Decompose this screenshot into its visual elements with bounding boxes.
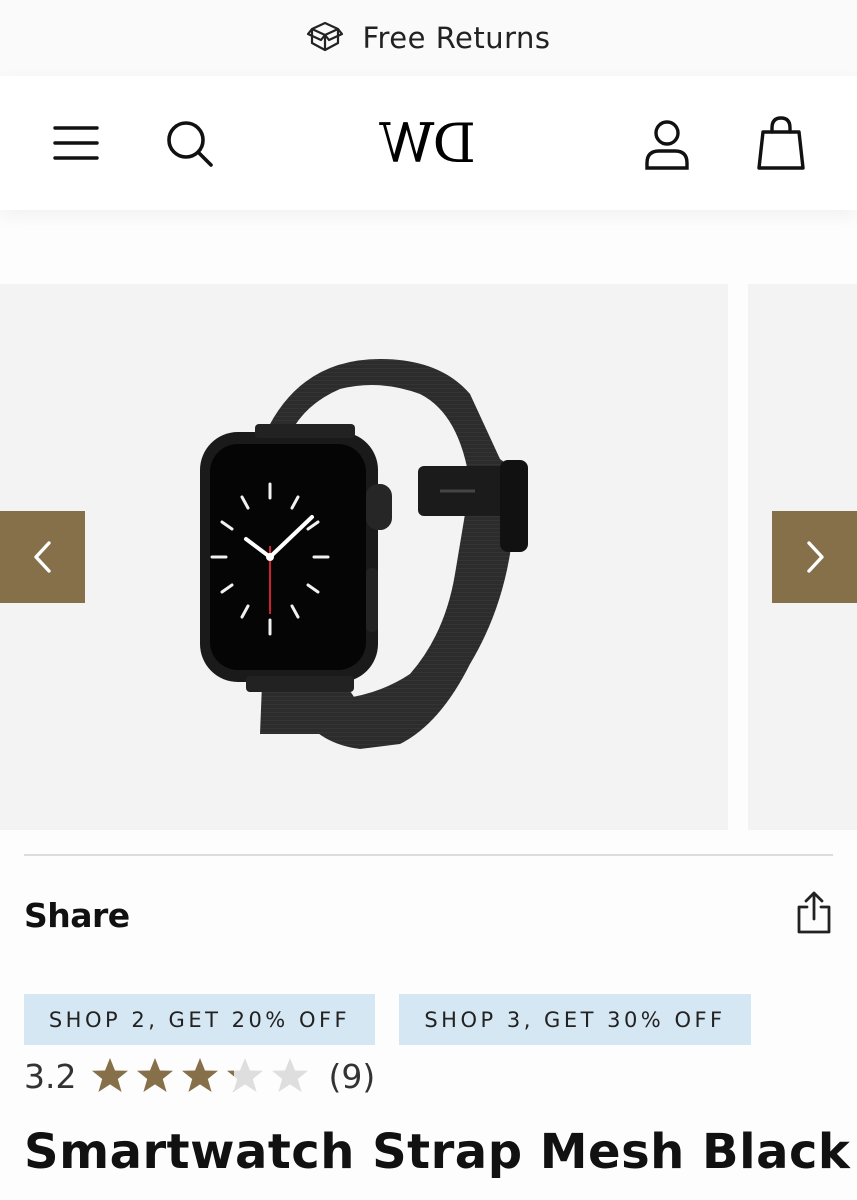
share-icon[interactable] bbox=[795, 891, 833, 939]
bag-icon[interactable] bbox=[750, 112, 812, 174]
star-icon bbox=[272, 1058, 309, 1092]
section-divider bbox=[24, 854, 833, 856]
promo-badge-shop-3[interactable]: SHOP 3, GET 30% OFF bbox=[399, 994, 751, 1045]
brand-logo[interactable]: DW bbox=[368, 111, 488, 175]
product-image bbox=[200, 359, 528, 749]
site-header: DW bbox=[0, 76, 857, 210]
star-rating bbox=[90, 1056, 310, 1096]
promo-badge-shop-2[interactable]: SHOP 2, GET 20% OFF bbox=[24, 994, 375, 1045]
gallery-next-button[interactable] bbox=[772, 511, 857, 603]
star-icon bbox=[92, 1058, 129, 1092]
rating-value: 3.2 bbox=[24, 1056, 77, 1096]
review-count[interactable]: (9) bbox=[328, 1057, 375, 1096]
announcement-bar: Free Returns bbox=[0, 0, 857, 76]
account-icon[interactable] bbox=[638, 116, 696, 174]
announcement-text: Free Returns bbox=[362, 21, 551, 55]
star-icon bbox=[227, 1058, 264, 1092]
chevron-right-icon bbox=[806, 541, 824, 573]
gallery-prev-button[interactable] bbox=[0, 511, 85, 603]
star-icon bbox=[182, 1058, 219, 1092]
product-image-slide[interactable] bbox=[0, 284, 728, 830]
box-icon bbox=[306, 17, 344, 59]
logo-text: DW bbox=[380, 111, 476, 175]
chevron-left-icon bbox=[33, 541, 51, 573]
promo-label: SHOP 3, GET 30% OFF bbox=[424, 1007, 726, 1032]
menu-icon[interactable] bbox=[48, 118, 104, 168]
share-row[interactable]: Share bbox=[24, 880, 833, 950]
share-label: Share bbox=[24, 895, 130, 935]
search-icon[interactable] bbox=[160, 116, 220, 172]
star-icon bbox=[137, 1058, 174, 1092]
product-title: Smartwatch Strap Mesh Black bbox=[24, 1124, 851, 1180]
rating-summary[interactable]: 3.2 (9) bbox=[24, 1052, 375, 1100]
promo-label: SHOP 2, GET 20% OFF bbox=[48, 1007, 351, 1032]
